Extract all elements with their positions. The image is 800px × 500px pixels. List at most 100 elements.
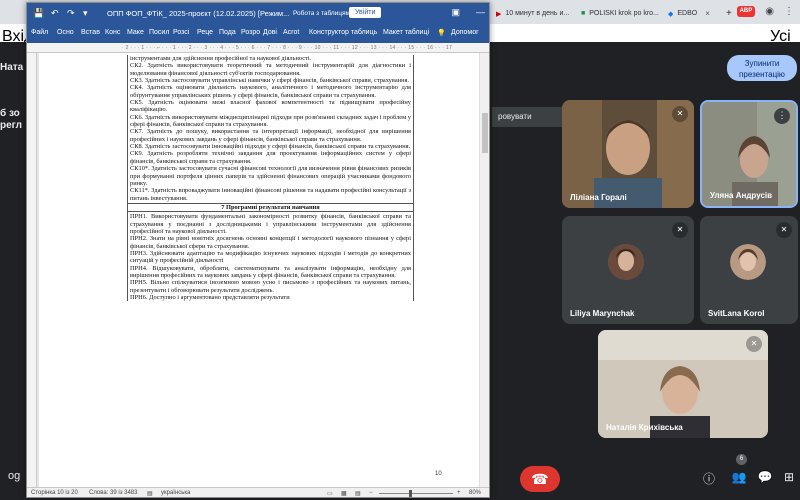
avatar — [608, 244, 644, 280]
stop-presenting-button[interactable]: Зупинити презентацію — [727, 55, 797, 81]
ribbon-tab[interactable]: Пода — [219, 29, 236, 36]
vertical-scrollbar[interactable] — [479, 53, 489, 487]
mic-off-icon: ✕ — [672, 106, 688, 122]
ribbon-tab[interactable]: Осно — [57, 29, 74, 36]
ribbon-tab[interactable]: Розсі — [173, 29, 189, 36]
horizontal-ruler: · 2 · · · 1 · · · ⌐ · · · 1 · · · 2 · · … — [27, 43, 489, 53]
participant-tile[interactable]: Ліліана Горалі ✕ — [562, 100, 694, 208]
language-indicator[interactable]: українська — [161, 490, 191, 496]
ribbon-tab[interactable]: Конс — [105, 29, 120, 36]
page-number: 10 — [435, 471, 442, 477]
ribbon-tab[interactable]: Acrot — [283, 29, 299, 36]
zoom-in-icon[interactable]: + — [457, 490, 461, 496]
mic-off-icon: ✕ — [776, 222, 792, 238]
browser-tab[interactable]: ▶ 10 минут в день и... × — [490, 3, 574, 24]
presenter-label: Ната — [0, 62, 24, 73]
activities-icon[interactable]: ⊞ — [780, 470, 798, 484]
scroll-thumb[interactable] — [482, 113, 488, 153]
avatar — [730, 244, 766, 280]
participant-tile[interactable]: Наталія Крихівська ✕ — [598, 330, 768, 438]
present-bar: ровувати — [492, 107, 562, 127]
mic-off-icon: ✕ — [672, 222, 688, 238]
word-count[interactable]: Слова: 39 із 3483 — [89, 490, 137, 496]
redo-icon[interactable]: ↷ — [67, 8, 75, 19]
document-paragraph[interactable]: ПРН6. Доступно і аргументовано представл… — [128, 294, 413, 301]
read-mode-icon[interactable]: ▭ — [327, 490, 333, 497]
document-paragraph[interactable]: СК7. Здатність до пошуку, використання т… — [128, 128, 413, 143]
people-icon[interactable]: 👥 — [730, 470, 748, 484]
participant-name: Ліліана Горалі — [570, 193, 627, 202]
document-paragraph[interactable]: СК6. Здатність використовувати міждисцип… — [128, 114, 413, 129]
adblock-icon[interactable]: ABP — [736, 6, 756, 17]
ribbon-display-icon[interactable]: ▣ — [451, 7, 460, 18]
document-paragraph[interactable]: СК2. Здатність використовувати теоретичн… — [128, 62, 413, 77]
document-paragraph[interactable]: ПРН2. Знати на рівні новітніх досягнень … — [128, 235, 413, 250]
customize-qat-icon[interactable]: ▾ — [83, 8, 88, 19]
ribbon-tab[interactable]: Посил — [149, 29, 169, 36]
document-paragraph[interactable]: СК11*. Здатність впроваджувати інновацій… — [128, 187, 413, 202]
zoom-slider[interactable] — [379, 493, 453, 494]
document-paragraph[interactable]: ПРН1. Використовувати фундаментальні зак… — [128, 213, 413, 235]
chat-icon[interactable]: 💬 — [756, 470, 774, 484]
ribbon-tab[interactable]: Розро — [241, 29, 260, 36]
ribbon-tab[interactable]: Файл — [31, 29, 48, 36]
ribbon-tab[interactable]: Встав — [81, 29, 100, 36]
lightbulb-icon: 💡 — [437, 30, 446, 37]
mic-off-icon: ✕ — [746, 336, 762, 352]
side-label: регл — [0, 120, 22, 131]
save-icon[interactable]: 💾 — [33, 8, 44, 19]
participant-tile[interactable]: Liliya Marynchak ✕ — [562, 216, 694, 324]
document-paragraph[interactable]: СК5. Здатність оцінювати межі власної фа… — [128, 99, 413, 114]
ribbon-tab[interactable]: Дові — [263, 29, 277, 36]
page-count[interactable]: Сторінка 10 із 20 — [31, 490, 78, 496]
profile-icon[interactable]: ◉ — [765, 6, 774, 17]
ribbon-tab[interactable]: Маке — [127, 29, 144, 36]
document-title: ОПП ФОП_ФТіК_ 2025-проєкт (12.02.2025) [… — [107, 9, 290, 18]
document-paragraph[interactable]: СК10*. Здатність застосовувати сучасні ф… — [128, 165, 413, 187]
favicon-red-icon: ▶ — [496, 10, 502, 18]
undo-icon[interactable]: ↶ — [51, 8, 59, 19]
favicon-edbo-icon: ◆ — [668, 10, 674, 18]
zoom-slider-handle[interactable] — [409, 490, 412, 497]
ribbon-tab[interactable]: Реце — [197, 29, 213, 36]
document-canvas: інструментами для здійснення професійної… — [27, 53, 489, 487]
browser-tab[interactable]: ■ POLISKI krok po kro... × — [575, 3, 661, 24]
document-paragraph[interactable]: СК4. Здатність оцінювати діяльність наук… — [128, 84, 413, 99]
sign-in-button[interactable]: Увійти — [349, 7, 382, 18]
browser-menu-icon[interactable]: ⋮ — [784, 6, 794, 17]
zoom-level[interactable]: 80% — [469, 490, 481, 496]
document-paragraph[interactable]: СК9. Здатність розробляти технічні завда… — [128, 150, 413, 165]
document-paragraph[interactable]: ПРН5. Вільно спілкуватися іноземною мово… — [128, 279, 413, 294]
participant-name: Наталія Крихівська — [606, 423, 683, 432]
vertical-ruler — [27, 53, 37, 487]
participant-name: Уляна Андрусів — [710, 191, 773, 200]
participant-tile[interactable]: SvitLana Korol ✕ — [700, 216, 798, 324]
document-page[interactable]: інструментами для здійснення професійної… — [39, 53, 479, 487]
section-heading: 7 Програмні результати навчання — [128, 202, 413, 213]
document-table-cell[interactable]: інструментами для здійснення професійної… — [127, 55, 414, 302]
ribbon-tab[interactable]: Конструктор таблиць — [309, 29, 377, 36]
end-call-button[interactable]: ☎ — [520, 466, 560, 492]
info-icon[interactable]: ⓘ — [700, 470, 718, 487]
ribbon-tab[interactable]: Допомог — [451, 29, 479, 36]
favicon-green-icon: ■ — [581, 10, 586, 17]
document-paragraph[interactable]: СК3. Здатність застосовувати управлінськ… — [128, 77, 413, 84]
proofing-icon[interactable]: ▤ — [147, 490, 153, 497]
close-tab-icon[interactable]: × — [705, 9, 710, 18]
ribbon-tab[interactable]: Макет таблиці — [383, 29, 429, 36]
participant-tile[interactable]: Уляна Андрусів ⋮ — [700, 100, 798, 208]
print-layout-icon[interactable]: ▦ — [341, 490, 347, 497]
word-window: 💾 ↶ ↷ ▾ ОПП ФОП_ФТіК_ 2025-проєкт (12.02… — [26, 2, 490, 498]
ribbon-tabs: Файл Осно Встав Конс Маке Посил Розсі Ре… — [27, 25, 489, 43]
web-layout-icon[interactable]: ▤ — [355, 490, 361, 497]
document-paragraph[interactable]: ПРН3. Здійснювати адаптацію та модифікац… — [128, 250, 413, 265]
participant-video — [598, 330, 768, 438]
more-options-icon[interactable]: ⋮ — [774, 108, 790, 124]
browser-tab[interactable]: ◆ EDBO × — [662, 3, 718, 24]
participants-count-badge: 6 — [736, 454, 747, 465]
minimize-icon[interactable]: — — [476, 7, 485, 18]
zoom-out-icon[interactable]: − — [369, 490, 373, 496]
document-paragraph[interactable]: інструментами для здійснення професійної… — [128, 55, 413, 62]
document-paragraph[interactable]: СК8. Здатність застосовувати інноваційні… — [128, 143, 413, 150]
document-paragraph[interactable]: ПРН4. Відшуковувати, обробляти, системат… — [128, 265, 413, 280]
